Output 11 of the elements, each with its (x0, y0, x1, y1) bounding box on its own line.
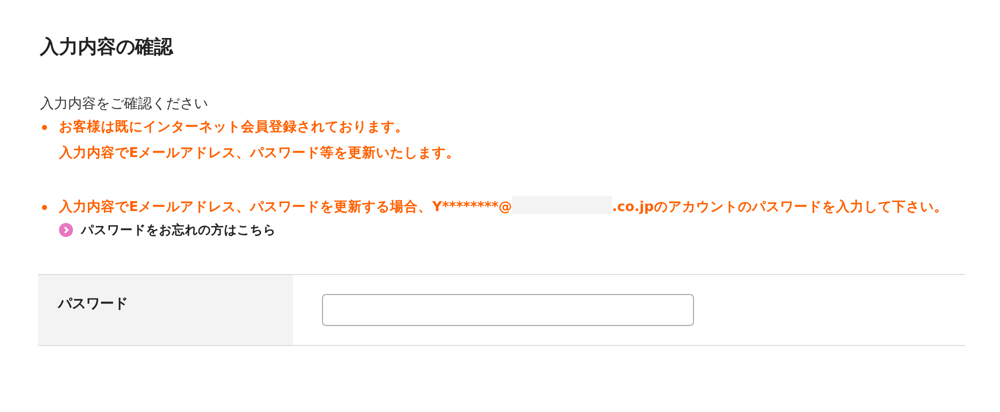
notice-text: お客様は既にインターネット会員登録されております。 (59, 118, 409, 137)
notice-text: 入力内容でEメールアドレス、パスワードを更新する場合、Y********@ .co.jpのアカウントのパスワードを入力して下さい。 (59, 194, 948, 220)
chevron-icon (59, 223, 73, 237)
bullet-icon (42, 205, 47, 210)
notice-text: 入力内容でEメールアドレス、パスワード等を更新いたします。 (59, 144, 460, 163)
bullet-icon (42, 125, 47, 130)
page-title: 入力内容の確認 (40, 35, 174, 60)
field-label: パスワード (58, 295, 128, 313)
intro-text: 入力内容をご確認ください (40, 95, 208, 114)
password-field[interactable] (322, 294, 694, 326)
forgot-password-link[interactable]: パスワードをお忘れの方はこちら (59, 220, 276, 240)
